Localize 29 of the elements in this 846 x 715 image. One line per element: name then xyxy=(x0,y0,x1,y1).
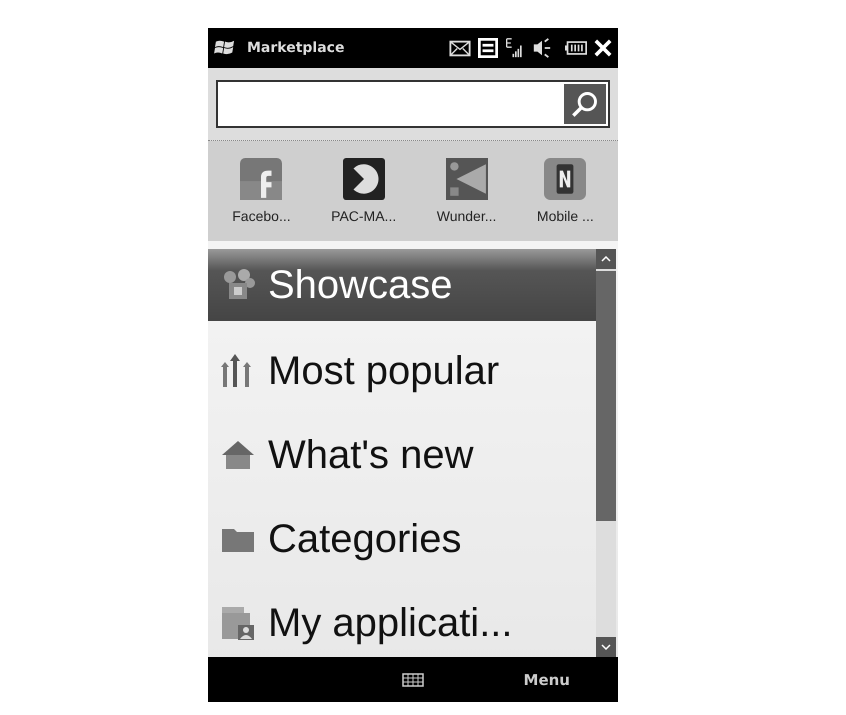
scroll-thumb[interactable] xyxy=(596,271,616,521)
app-name[interactable]: PAC-MA... xyxy=(331,208,396,224)
menu-item[interactable]: Categories xyxy=(208,497,596,581)
app-tile-icon[interactable] xyxy=(240,158,282,200)
close-icon[interactable] xyxy=(594,39,612,57)
app-title: Marketplace xyxy=(247,40,346,56)
search-button[interactable] xyxy=(564,84,606,124)
scroll-up-icon[interactable] xyxy=(596,249,616,269)
menu-soft-key[interactable]: Menu xyxy=(524,670,570,688)
list-icon[interactable] xyxy=(478,38,498,58)
app-name[interactable]: Wunder... xyxy=(436,208,496,224)
app-name[interactable]: Facebo... xyxy=(232,208,291,224)
app-tile-icon[interactable] xyxy=(446,158,488,200)
app-tile-icon[interactable] xyxy=(342,158,385,200)
battery-icon[interactable] xyxy=(565,40,587,56)
menu-item[interactable]: Most popular xyxy=(208,329,596,413)
app-name[interactable]: Mobile ... xyxy=(536,208,594,224)
search-icon xyxy=(571,90,599,118)
folder-person-icon xyxy=(220,605,256,641)
menu-item[interactable]: Showcase xyxy=(208,249,596,321)
menu-item[interactable]: What's new xyxy=(208,413,596,497)
menu-item[interactable]: My applicati... xyxy=(208,581,596,657)
scrollbar[interactable] xyxy=(596,249,616,657)
envelope-icon[interactable] xyxy=(449,40,471,56)
scroll-down-icon[interactable] xyxy=(596,637,616,657)
speaker-icon[interactable] xyxy=(532,38,552,58)
keyboard-icon[interactable] xyxy=(402,672,424,686)
app-tile-icon[interactable] xyxy=(544,158,586,200)
search-field[interactable] xyxy=(216,80,610,128)
